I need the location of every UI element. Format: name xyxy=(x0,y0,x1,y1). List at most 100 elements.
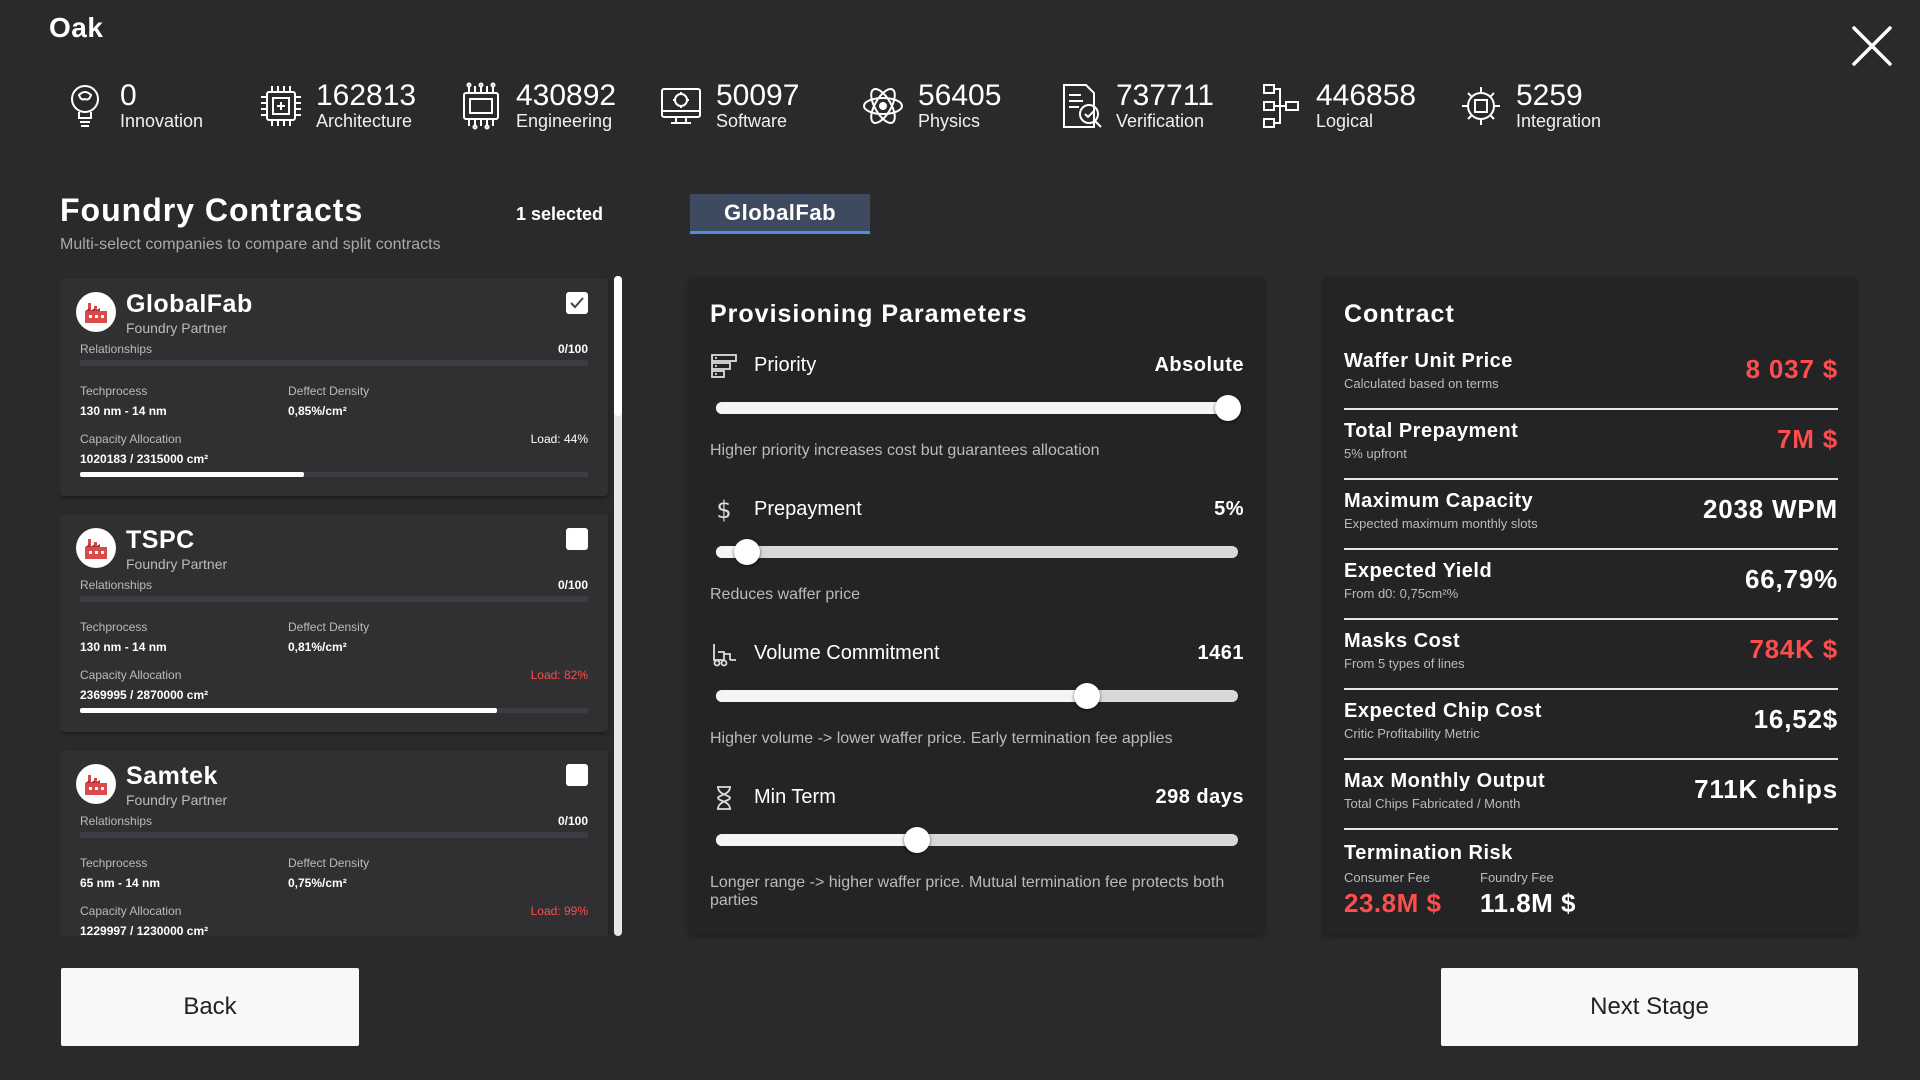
stat-innovation: 0 Innovation xyxy=(62,76,203,136)
row-title: Expected Yield xyxy=(1344,560,1493,582)
techprocess-label: Techprocess xyxy=(80,856,148,870)
slider-thumb[interactable] xyxy=(1073,683,1100,709)
stat-label: Verification xyxy=(1116,111,1205,131)
termination-title: Termination Risk xyxy=(1344,842,1513,864)
stat-verification: 737711 Verification xyxy=(1058,76,1214,136)
techprocess-label: Techprocess xyxy=(80,620,148,634)
company-name: TSPC xyxy=(126,526,195,554)
dollar-icon: $ xyxy=(710,496,738,524)
row-divider xyxy=(1344,828,1838,830)
research-stats-bar: 0 Innovation 162813 Architecture 430892 Eng… xyxy=(60,76,1620,136)
stat-software: 50097 Software xyxy=(658,76,799,136)
company-card-samtek[interactable]: Samtek Foundry Partner Relationships 0/1… xyxy=(60,750,608,936)
stat-label: Software xyxy=(716,111,788,131)
param-volume-commitment: Volume Commitment 1461 Higher volume -> … xyxy=(710,640,1244,780)
stat-label: Logical xyxy=(1316,111,1374,131)
factory-logo-icon xyxy=(76,528,116,568)
gear-chip-icon xyxy=(1458,81,1504,131)
select-checkbox[interactable] xyxy=(566,292,588,314)
company-name: Samtek xyxy=(126,762,218,790)
param-value: Absolute xyxy=(1154,354,1244,376)
defect-density-value: 0,85%/cm² xyxy=(288,404,347,418)
row-subtitle: Calculated based on terms xyxy=(1344,376,1499,391)
list-scrollbar-thumb[interactable] xyxy=(614,276,622,416)
company-name: Oak xyxy=(49,12,104,43)
row-value: 7M $ xyxy=(1776,424,1838,454)
param-description: Longer range -> higher waffer price. Mut… xyxy=(710,874,1225,909)
stat-value: 50097 xyxy=(716,79,800,112)
select-checkbox[interactable] xyxy=(566,528,588,550)
row-subtitle: 5% upfront xyxy=(1344,446,1407,461)
load-percent: Load: 99% xyxy=(530,904,588,918)
slider-thumb[interactable] xyxy=(1214,395,1241,421)
techprocess-value: 65 nm - 14 nm xyxy=(80,876,161,890)
relationships-label: Relationships xyxy=(80,578,153,592)
capacity-label: Capacity Allocation xyxy=(80,904,182,918)
stat-architecture: 162813 Architecture xyxy=(258,76,416,136)
priority-slider[interactable] xyxy=(716,395,1241,421)
param-description: Higher priority increases cost but guara… xyxy=(710,442,1100,459)
volume-commitment-slider[interactable] xyxy=(716,683,1238,709)
company-role: Foundry Partner xyxy=(126,320,228,336)
capacity-value: 1229997 / 1230000 cm² xyxy=(80,924,209,936)
row-title: Max Monthly Output xyxy=(1344,770,1546,792)
defect-density-value: 0,81%/cm² xyxy=(288,640,347,654)
param-priority: Priority Absolute Higher priority increa… xyxy=(710,352,1244,492)
stat-label: Architecture xyxy=(316,111,413,131)
stat-physics: 56405 Physics xyxy=(860,76,1001,136)
row-value: 66,79% xyxy=(1745,564,1838,594)
techprocess-value: 130 nm - 14 nm xyxy=(80,404,167,418)
row-value: 2038 WPM xyxy=(1702,494,1838,524)
load-percent: Load: 82% xyxy=(530,668,588,682)
contract-row-maximum-capacity: Maximum Capacity Expected maximum monthl… xyxy=(1344,480,1838,550)
param-description: Higher volume -> lower waffer price. Ear… xyxy=(710,730,1173,747)
company-card-tspc[interactable]: TSPC Foundry Partner Relationships 0/100… xyxy=(60,514,608,732)
foundry-fee-value: 11.8M $ xyxy=(1480,888,1577,918)
contract-row-expected-yield: Expected Yield From d0: 0,75cm²% 66,79% xyxy=(1344,550,1838,620)
checkmark-icon xyxy=(570,297,584,309)
row-subtitle: From 5 types of lines xyxy=(1344,656,1465,671)
row-subtitle: Critic Profitability Metric xyxy=(1344,726,1480,741)
select-checkbox[interactable] xyxy=(566,764,588,786)
priority-list-icon xyxy=(710,352,738,380)
next-stage-button[interactable]: Next Stage xyxy=(1441,968,1858,1046)
company-role: Foundry Partner xyxy=(126,556,228,572)
capacity-value: 1020183 / 2315000 cm² xyxy=(80,452,209,466)
row-value: 16,52$ xyxy=(1753,704,1838,734)
row-title: Masks Cost xyxy=(1344,630,1461,652)
processor-icon xyxy=(458,81,504,131)
close-icon[interactable] xyxy=(1850,24,1894,68)
hourglass-icon xyxy=(710,784,738,812)
row-title: Total Prepayment xyxy=(1344,420,1519,442)
company-card-globalfab[interactable]: GlobalFab Foundry Partner Relationships … xyxy=(60,278,608,496)
lightbulb-brain-icon xyxy=(62,81,108,131)
slider-thumb[interactable] xyxy=(903,827,930,853)
prepayment-slider[interactable] xyxy=(716,539,1238,565)
chip-circuit-icon xyxy=(258,81,304,131)
defect-density-label: Deffect Density xyxy=(288,856,370,870)
stat-value: 430892 xyxy=(516,79,617,112)
defect-density-label: Deffect Density xyxy=(288,384,370,398)
slider-thumb[interactable] xyxy=(734,539,761,565)
company-role: Foundry Partner xyxy=(126,792,228,808)
relationships-value: 0/100 xyxy=(557,578,588,592)
param-description: Reduces waffer price xyxy=(710,586,860,603)
relationships-bar xyxy=(80,832,588,838)
stat-value: 162813 xyxy=(316,79,417,112)
row-value: 8 037 $ xyxy=(1745,354,1838,384)
stat-label: Physics xyxy=(918,111,981,131)
row-subtitle: From d0: 0,75cm²% xyxy=(1344,586,1459,601)
back-button[interactable]: Back xyxy=(61,968,359,1046)
selected-count: 1 selected xyxy=(516,204,604,224)
tab-globalfab[interactable]: GlobalFab xyxy=(690,194,870,234)
row-value: 711K chips xyxy=(1694,774,1838,804)
atom-icon xyxy=(860,81,906,131)
foundry-contracts-subtitle: Multi-select companies to compare and sp… xyxy=(60,236,441,253)
stat-value: 56405 xyxy=(918,79,1002,112)
factory-logo-icon xyxy=(76,764,116,804)
stat-label: Engineering xyxy=(516,111,613,131)
capacity-label: Capacity Allocation xyxy=(80,668,182,682)
min-term-slider[interactable] xyxy=(716,827,1238,853)
foundry-fee-label: Foundry Fee xyxy=(1480,870,1554,885)
consumer-fee-label: Consumer Fee xyxy=(1344,870,1430,885)
